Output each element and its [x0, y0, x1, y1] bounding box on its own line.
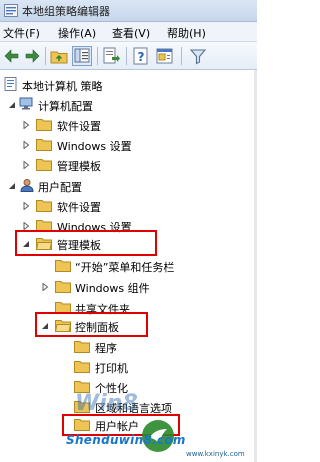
tree-item[interactable]: “开始”菜单和任务栏: [0, 255, 240, 277]
folder-icon: [55, 281, 71, 293]
user-icon: [20, 179, 34, 192]
tree-root-label: 本地计算机 策略: [22, 80, 103, 93]
tree-item[interactable]: 打印机: [0, 356, 240, 378]
tree-item-label: 软件设置: [57, 120, 101, 133]
folder-icon: [36, 159, 52, 171]
title-bar: 本地组策略编辑器: [0, 0, 257, 22]
tree-computer-config[interactable]: 计算机配置: [0, 94, 240, 116]
watermark-win-logo-text: Win8: [75, 391, 138, 416]
export-list-icon[interactable]: [101, 46, 121, 66]
expanded-arrow-icon[interactable]: [41, 322, 49, 330]
tree-item-label: “开始”菜单和任务栏: [75, 261, 175, 274]
tree-item-label: 用户帐户: [95, 420, 139, 433]
tree-item-label: 程序: [95, 342, 117, 355]
window-title: 本地组策略编辑器: [22, 5, 110, 18]
watermark-site-text: Shenduwin8.com: [66, 433, 186, 447]
tree-user-config-label: 用户配置: [38, 181, 82, 194]
menu-action[interactable]: 操作(A): [58, 25, 96, 41]
svg-text:?: ?: [138, 50, 145, 64]
collapsed-arrow-icon[interactable]: [22, 141, 30, 149]
tree-admin-templates-label: 管理模板: [57, 239, 101, 252]
menu-view[interactable]: 查看(V): [112, 25, 150, 41]
collapsed-arrow-icon[interactable]: [22, 121, 30, 129]
menu-bar: 文件(F) 操作(A) 查看(V) 帮助(H): [0, 22, 257, 42]
collapsed-arrow-icon[interactable]: [22, 222, 30, 230]
help-icon[interactable]: ?: [131, 46, 151, 66]
tree-admin-templates[interactable]: 管理模板: [0, 233, 240, 255]
folder-icon: [55, 260, 71, 272]
toolbar: ?: [0, 42, 257, 70]
expanded-arrow-icon[interactable]: [8, 182, 16, 190]
tree-item[interactable]: 软件设置: [0, 195, 240, 217]
tree-item-label: Windows 组件: [75, 282, 150, 295]
tree-item-label: 管理模板: [57, 160, 101, 173]
group-policy-icon: [4, 4, 18, 17]
tree-item[interactable]: Windows 设置: [0, 134, 240, 156]
folder-open-icon: [36, 238, 52, 250]
back-arrow-icon[interactable]: [2, 46, 22, 66]
folder-open-icon: [55, 320, 71, 332]
tree-control-panel-label: 控制面板: [75, 321, 119, 334]
show-hide-tree-icon[interactable]: [72, 46, 92, 66]
tree-root[interactable]: 本地计算机 策略: [0, 74, 240, 96]
tree-item-label: 软件设置: [57, 201, 101, 214]
policy-document-icon: [4, 77, 17, 91]
watermark-url: www.kxinyk.com: [186, 450, 245, 458]
folder-icon: [36, 119, 52, 131]
tree-item-label: 打印机: [95, 362, 128, 375]
tree-computer-config-label: 计算机配置: [38, 100, 93, 113]
folder-icon: [74, 419, 90, 431]
properties-icon[interactable]: [155, 46, 175, 66]
tree-item[interactable]: 程序: [0, 336, 240, 358]
folder-icon: [74, 361, 90, 373]
folder-icon: [36, 200, 52, 212]
folder-icon: [74, 341, 90, 353]
collapsed-arrow-icon[interactable]: [41, 283, 49, 291]
tree-item[interactable]: 管理模板: [0, 154, 240, 176]
folder-up-icon[interactable]: [49, 46, 69, 66]
tree-control-panel[interactable]: 控制面板: [0, 315, 240, 337]
expanded-arrow-icon[interactable]: [22, 240, 30, 248]
tree-user-config[interactable]: 用户配置: [0, 175, 240, 197]
tree-item[interactable]: 软件设置: [0, 114, 240, 136]
tree-item[interactable]: Windows 组件: [0, 276, 240, 298]
menu-help[interactable]: 帮助(H): [167, 25, 206, 41]
menu-file[interactable]: 文件(F): [3, 25, 40, 41]
computer-icon: [19, 97, 33, 110]
collapsed-arrow-icon[interactable]: [22, 161, 30, 169]
forward-arrow-icon[interactable]: [22, 46, 42, 66]
vertical-scrollbar[interactable]: [254, 70, 257, 462]
expanded-arrow-icon[interactable]: [8, 101, 16, 109]
tree-item-label: Windows 设置: [57, 140, 132, 153]
filter-icon[interactable]: [188, 46, 208, 66]
collapsed-arrow-icon[interactable]: [22, 202, 30, 210]
folder-icon: [36, 139, 52, 151]
